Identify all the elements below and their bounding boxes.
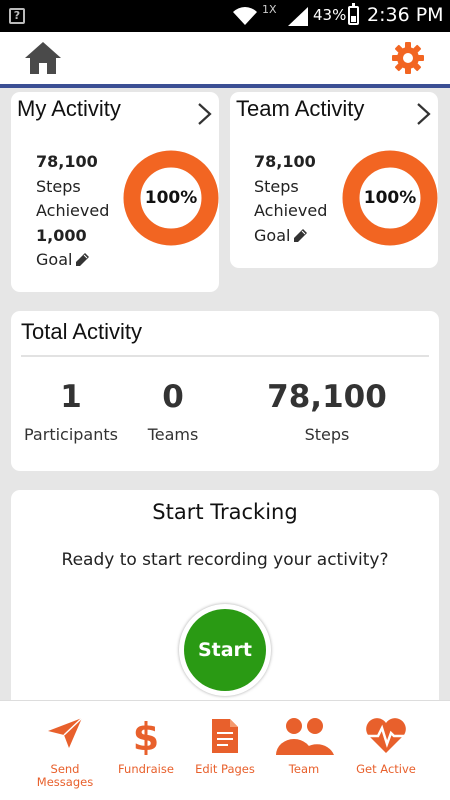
my-steps-label: Steps (36, 176, 81, 196)
participants-count: 1 (60, 379, 82, 415)
nav-team[interactable]: Team (268, 701, 340, 800)
start-button-ring: Start (179, 604, 271, 696)
total-activity-title: Total Activity (21, 319, 143, 344)
my-activity-stats: 78,100 Steps Achieved 1,000 Goal (36, 150, 109, 273)
signal-icon (288, 7, 308, 26)
nav-edit-pages[interactable]: Edit Pages (188, 701, 262, 800)
start-tracking-title: Start Tracking (152, 500, 298, 524)
participants-label: Participants (24, 425, 118, 444)
my-progress-ring: 100% (123, 150, 219, 246)
team-progress-label: 100% (363, 188, 417, 208)
team-activity-card[interactable]: Team Activity 78,100 Steps Achieved Goal… (230, 92, 438, 268)
nav-get-active-label: Get Active (356, 762, 416, 776)
settings-button[interactable] (390, 40, 426, 76)
notification-unknown-icon: ? (9, 8, 25, 24)
total-activity-card: Total Activity 1 Participants 0 Teams 78… (11, 311, 439, 471)
document-edit-icon (212, 719, 238, 753)
my-goal-row[interactable]: Goal (36, 248, 109, 273)
nav-send-messages[interactable]: Send Messages (28, 701, 102, 800)
my-progress-label: 100% (144, 188, 198, 208)
start-tracking-card: Start Tracking Ready to start recording … (11, 490, 439, 720)
pencil-icon[interactable] (75, 252, 90, 267)
heart-pulse-icon (366, 718, 406, 753)
battery-level-fill (351, 16, 356, 22)
battery-percent: 43% (313, 6, 347, 24)
my-goal-value: 1,000 (36, 225, 87, 245)
team-steps-label: Steps (254, 176, 299, 196)
nav-fundraise[interactable]: $ Fundraise (110, 701, 182, 800)
my-activity-title: My Activity (17, 96, 121, 121)
team-achieved-label: Achieved (254, 201, 328, 220)
teams-label: Teams (147, 425, 199, 444)
team-icon (276, 718, 334, 755)
chevron-right-icon (198, 103, 212, 125)
chevron-right-icon (417, 103, 431, 125)
team-steps-value: 78,100 (254, 152, 316, 171)
header-divider (0, 84, 450, 88)
team-activity-stats: 78,100 Steps Achieved Goal (254, 150, 327, 248)
nav-send-messages-label: Send Messages (36, 762, 94, 789)
team-goal-row[interactable]: Goal (254, 224, 327, 249)
nav-edit-pages-label: Edit Pages (195, 762, 255, 776)
home-icon (25, 42, 61, 74)
team-activity-title: Team Activity (236, 96, 365, 121)
team-goal-label: Goal (254, 225, 291, 245)
my-goal-label: Goal (36, 250, 73, 269)
status-time: 2:36 PM (367, 4, 444, 26)
app-header (0, 32, 450, 84)
pencil-icon[interactable] (293, 228, 308, 243)
nav-get-active[interactable]: Get Active (346, 701, 426, 800)
total-steps-count: 78,100 (267, 379, 387, 415)
team-progress-ring: 100% (342, 150, 438, 246)
paper-plane-icon (48, 717, 83, 748)
total-activity-divider (21, 355, 429, 357)
my-achieved-label: Achieved (36, 201, 110, 220)
battery-icon (348, 3, 359, 25)
teams-count: 0 (162, 379, 184, 415)
status-bar: ? 1X 43% 2:36 PM (0, 0, 450, 32)
nav-fundraise-label: Fundraise (118, 762, 174, 776)
my-activity-card[interactable]: My Activity 78,100 Steps Achieved 1,000 … (11, 92, 219, 292)
bottom-nav: Send Messages $ Fundraise Edit Pages Tea… (0, 700, 450, 800)
nav-team-label: Team (288, 762, 320, 776)
dollar-icon: $ (134, 717, 158, 755)
my-steps-value: 78,100 (36, 152, 98, 171)
network-type: 1X (262, 3, 277, 16)
start-tracking-description: Ready to start recording your activity? (61, 550, 389, 570)
home-button[interactable] (24, 41, 62, 75)
wifi-icon (233, 7, 257, 25)
start-button[interactable]: Start (184, 609, 266, 691)
svg-text:$: $ (134, 717, 158, 755)
total-steps-label: Steps (304, 425, 350, 444)
gear-icon (392, 42, 424, 74)
